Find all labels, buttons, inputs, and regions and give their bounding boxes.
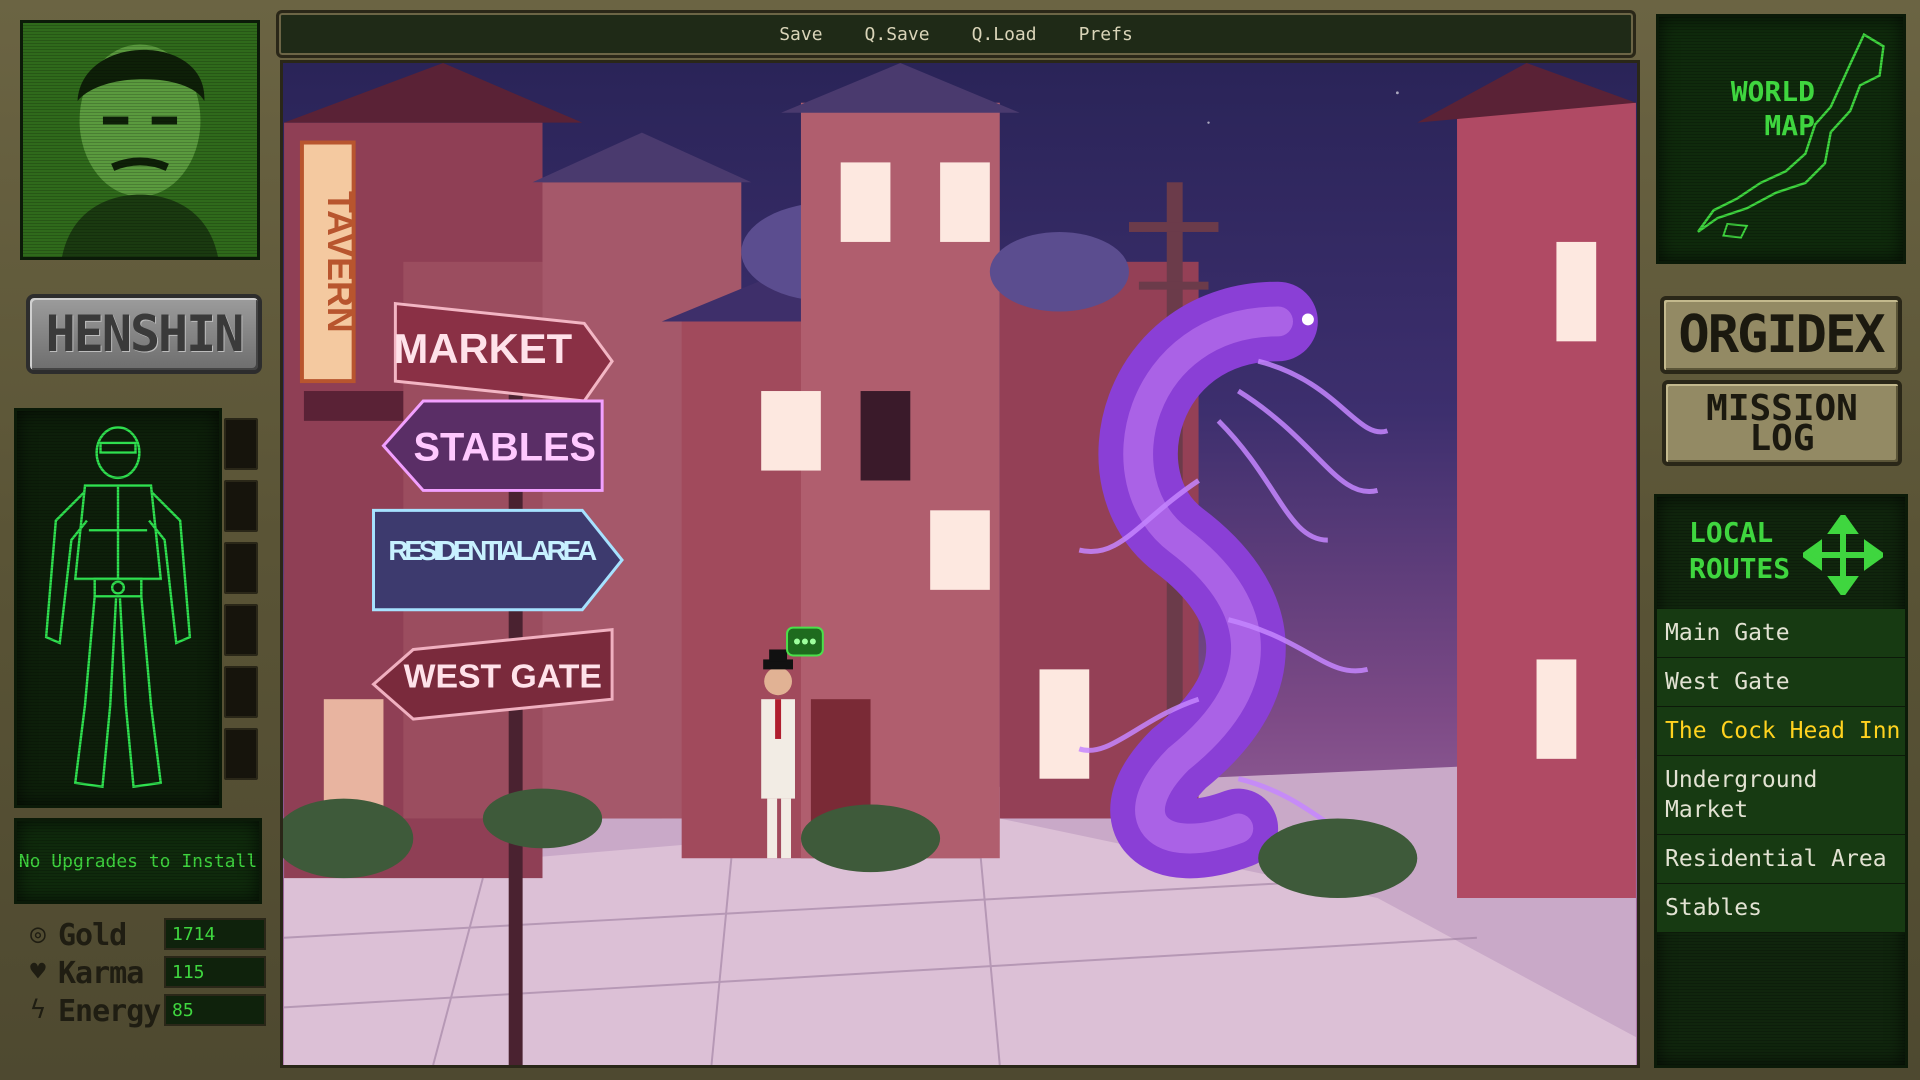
signpost-stables: STABLES [381,399,604,492]
svg-text:RESIDENTIAL AREA: RESIDENTIAL AREA [388,535,597,566]
mission-log-button[interactable]: MISSION LOG [1662,380,1902,466]
world-map-button[interactable]: WORLD MAP [1656,14,1906,264]
route-underground-market[interactable]: Underground Market [1657,756,1905,835]
gold-value: 1714 [164,918,266,950]
upgrade-slots [224,418,260,784]
stat-karma: ♥ Karma 115 [14,954,266,991]
town-street-illustration: TAVERN MARKET STABLES RESIDENTIAL AREA W… [283,63,1636,1065]
lightning-icon: ϟ [30,995,46,1025]
karma-value: 115 [164,956,266,988]
route-list: Main Gate West Gate The Cock Head Inn Un… [1657,609,1905,933]
power-suit-display [14,408,222,808]
svg-text:STABLES: STABLES [413,426,596,470]
upgrade-status-text: No Upgrades to Install [18,851,258,872]
route-west-gate[interactable]: West Gate [1657,658,1905,707]
quick-save-button[interactable]: Q.Save [859,20,936,49]
armor-suit-wireframe-icon [44,426,192,789]
move-arrows-icon [1803,515,1883,595]
henshin-button[interactable]: HENSHIN [26,294,262,374]
local-routes-title: LOCAL ROUTES [1689,516,1791,585]
upgrade-slot[interactable] [224,480,258,532]
upgrade-slot[interactable] [224,728,258,780]
stat-energy: ϟ Energy 85 [14,992,266,1029]
character-portrait [20,20,260,260]
player-stats: ◎ Gold 1714 ♥ Karma 115 ϟ Energy 85 [14,912,266,1062]
upgrade-slot[interactable] [224,666,258,718]
tavern-sign-text: TAVERN [320,191,360,333]
svg-text:MARKET: MARKET [394,325,573,372]
upgrade-slot[interactable] [224,604,258,656]
upgrade-slot[interactable] [224,542,258,594]
signpost-residential-area: RESIDENTIAL AREA [372,508,624,612]
coin-icon: ◎ [30,919,46,949]
quick-menu-bar: Save Q.Save Q.Load Prefs [276,10,1636,58]
route-residential-area[interactable]: Residential Area [1657,835,1905,884]
scene-view: TAVERN MARKET STABLES RESIDENTIAL AREA W… [280,60,1640,1068]
portrait-image [23,23,257,257]
stat-gold: ◎ Gold 1714 [14,916,266,953]
route-main-gate[interactable]: Main Gate [1657,609,1905,658]
orgidex-button[interactable]: ORGIDEX [1660,296,1902,374]
upgrade-status-panel: No Upgrades to Install [14,818,262,904]
route-the-cock-head-inn[interactable]: The Cock Head Inn [1657,707,1905,756]
local-routes-panel: LOCAL ROUTES Main Gate West Gate The Coc… [1654,494,1908,1068]
route-stables[interactable]: Stables [1657,884,1905,933]
dialogue-bubble-icon[interactable] [786,626,824,657]
energy-value: 85 [164,994,266,1026]
svg-text:WEST GATE: WEST GATE [404,657,602,695]
quick-load-button[interactable]: Q.Load [966,20,1043,49]
upgrade-slot[interactable] [224,418,258,470]
world-map-label: WORLD MAP [1730,75,1815,142]
heart-icon: ♥ [30,957,46,987]
preferences-button[interactable]: Prefs [1073,20,1139,49]
save-button[interactable]: Save [773,20,828,49]
